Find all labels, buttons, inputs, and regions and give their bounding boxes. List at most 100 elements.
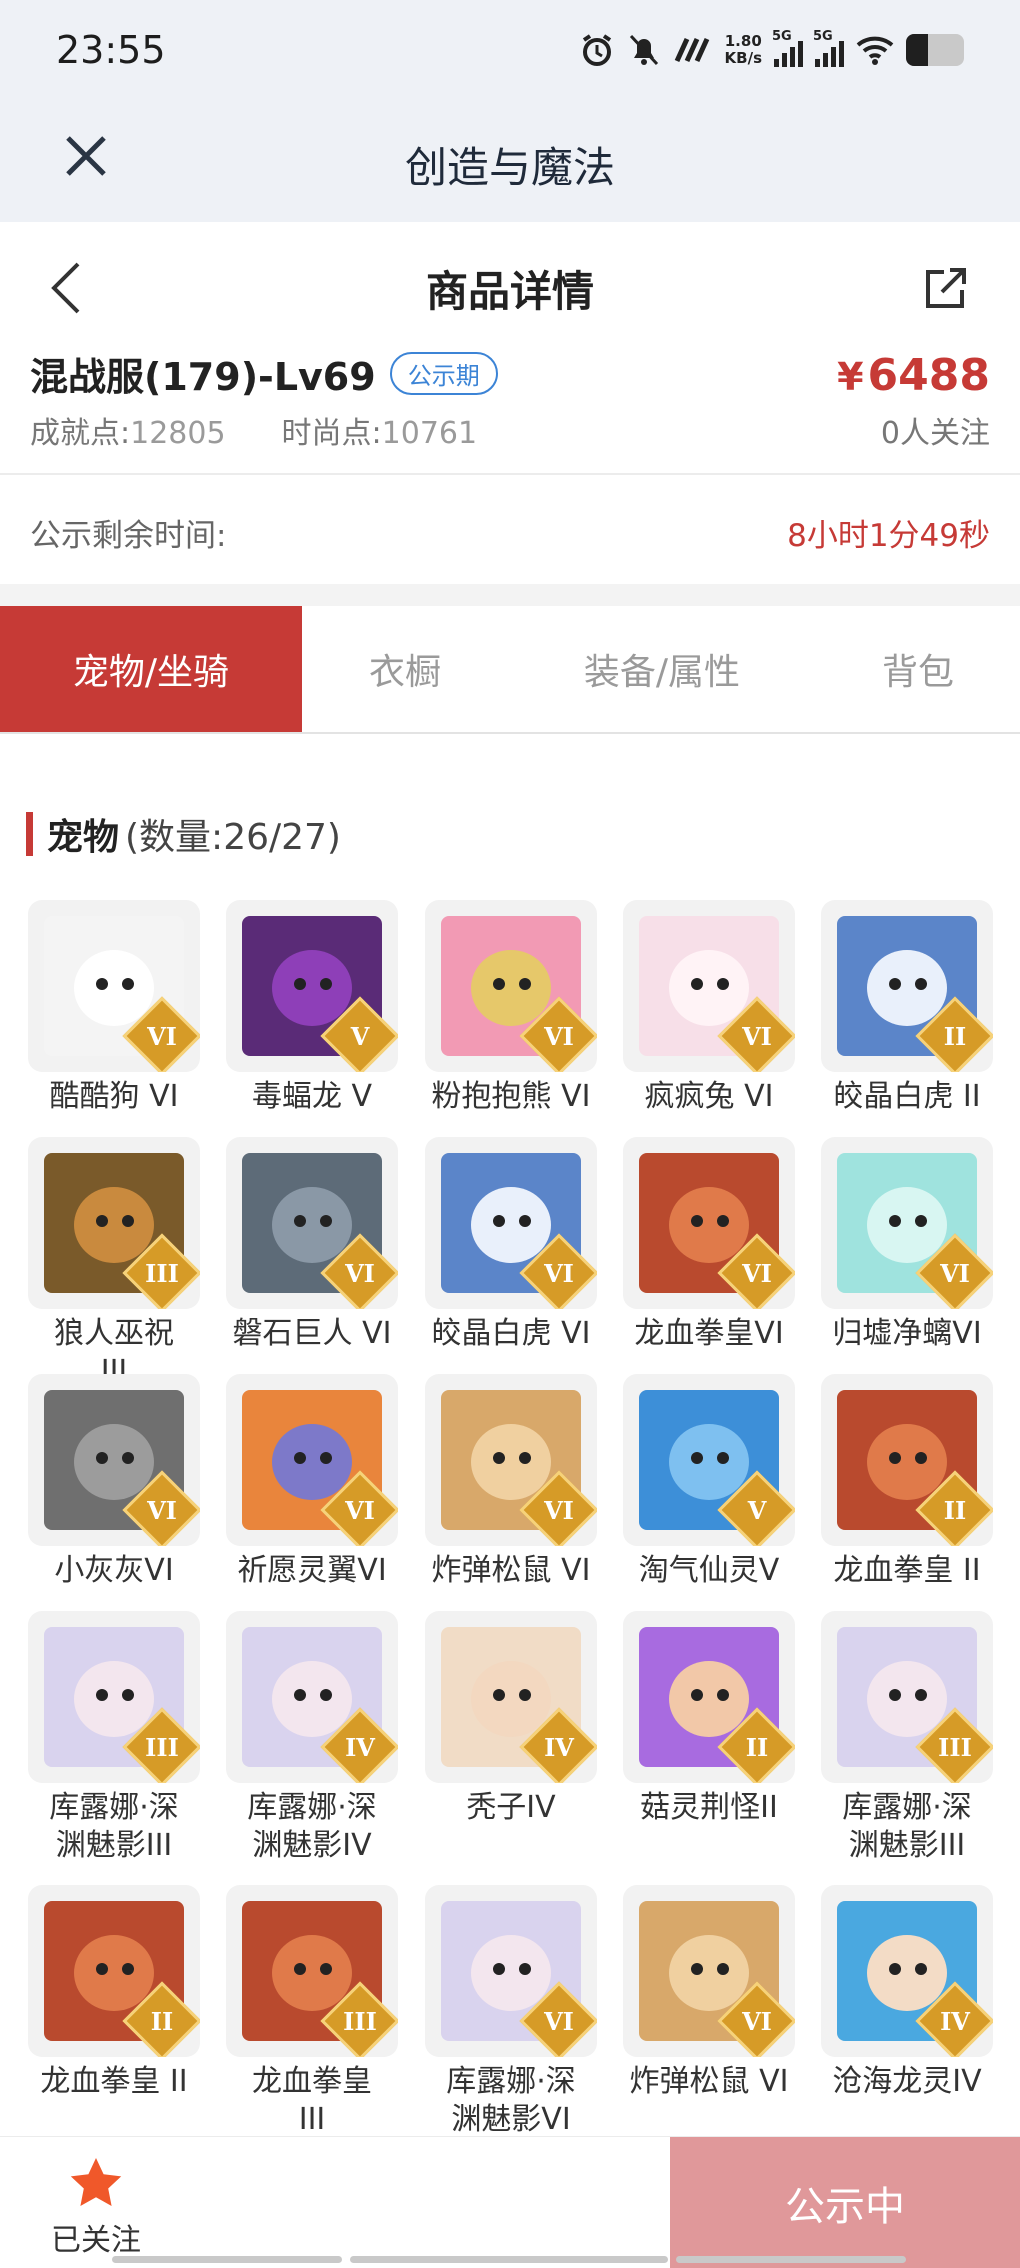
app-header: 创造与魔法 <box>0 110 1020 222</box>
tier-label: VI <box>345 1258 375 1288</box>
pet-name: 淘气仙灵V <box>638 1553 780 1588</box>
pet-name: 炸弹松鼠 VI <box>629 2064 789 2099</box>
pet-eye <box>320 978 332 990</box>
pet-eye <box>691 1452 703 1464</box>
pet-item[interactable]: II 龙血拳皇 II <box>819 1374 995 1590</box>
detail-header: 商品详情 <box>0 222 1020 346</box>
pet-item[interactable]: VI 炸弹松鼠 VI <box>621 1885 797 2101</box>
page-title: 商品详情 <box>425 267 594 316</box>
signal-2-icon: 5G <box>813 29 844 67</box>
pet-eye <box>889 978 901 990</box>
achievement-value: 12805 <box>130 416 226 451</box>
net-speed-unit: KB/s <box>724 49 762 67</box>
pet-name: 龙血拳皇 II <box>40 2064 188 2099</box>
section-gap <box>0 584 1020 606</box>
pet-card: VI <box>623 1137 795 1309</box>
pet-item[interactable]: VI 炸弹松鼠 VI <box>423 1374 599 1590</box>
tab-pets-mounts[interactable]: 宠物/坐骑 <box>0 606 302 732</box>
tab-bar: 宠物/坐骑 衣橱 装备/属性 背包 <box>0 606 1020 734</box>
net-speed: 1.80 KB/s <box>725 33 762 67</box>
pet-item[interactable]: VI 龙血拳皇VI <box>621 1137 797 1353</box>
pet-eye <box>493 1689 505 1701</box>
pet-name: 归墟净螭VI <box>832 1316 982 1351</box>
pet-eye <box>294 1452 306 1464</box>
pet-item[interactable]: III 狼人巫祝 III <box>26 1137 202 1391</box>
pet-item[interactable]: III 库露娜·深渊魅影III <box>26 1611 202 1865</box>
pet-item[interactable]: VI 归墟净螭VI <box>819 1137 995 1353</box>
pet-eye <box>717 1215 729 1227</box>
pet-item[interactable]: VI 磐石巨人 VI <box>224 1137 400 1353</box>
bottom-bar: 已关注 公示中 <box>0 2136 1020 2268</box>
pet-eye <box>320 1452 332 1464</box>
pet-eye <box>915 1452 927 1464</box>
section-title: 宠物 (数量:26/27) <box>26 808 341 860</box>
tier-label: II <box>943 1021 967 1051</box>
pet-eye <box>122 1452 134 1464</box>
star-icon <box>67 2155 125 2213</box>
pet-item[interactable]: VI 皎晶白虎 VI <box>423 1137 599 1353</box>
pet-eye <box>519 1215 531 1227</box>
product-name: 混战服(179)-Lv69 公示期 <box>30 346 498 401</box>
pet-item[interactable]: IV 秃子IV <box>423 1611 599 1827</box>
tier-label: VI <box>544 2006 574 2036</box>
tab-bag[interactable]: 背包 <box>816 606 1020 732</box>
signal-1-label: 5G <box>772 29 792 44</box>
pet-item[interactable]: VI 疯疯兔 VI <box>621 900 797 1116</box>
pet-item[interactable]: VI 小灰灰VI <box>26 1374 202 1590</box>
pet-eye <box>519 1689 531 1701</box>
pet-item[interactable]: VI 酷酷狗 VI <box>26 900 202 1116</box>
pet-item[interactable]: II 菇灵荆怪II <box>621 1611 797 1827</box>
achievement-label: 成就点: <box>30 416 131 451</box>
pet-card: VI <box>226 1137 398 1309</box>
status-icons: 1.80 KB/s 5G 5G <box>579 29 964 70</box>
pet-eye <box>889 1452 901 1464</box>
pet-card: V <box>623 1374 795 1546</box>
pet-item[interactable]: II 龙血拳皇 II <box>26 1885 202 2101</box>
tab-wardrobe[interactable]: 衣橱 <box>302 606 508 732</box>
pet-card: VI <box>226 1374 398 1546</box>
pet-card: III <box>226 1885 398 2057</box>
pet-item[interactable]: II 皎晶白虎 II <box>819 900 995 1116</box>
pet-eye <box>294 978 306 990</box>
pet-eye <box>889 1215 901 1227</box>
pet-eye <box>691 978 703 990</box>
product-stats: 成就点:12805 时尚点:10761 <box>30 408 477 452</box>
pet-name: 皎晶白虎 VI <box>431 1316 591 1351</box>
tier-label: II <box>745 1732 769 1762</box>
countdown-value: 8小时1分49秒 <box>787 518 990 554</box>
tier-label: III <box>343 2006 377 2036</box>
share-button[interactable] <box>922 266 968 312</box>
public-notice-button[interactable]: 公示中 <box>670 2137 1020 2268</box>
pet-item[interactable]: V 淘气仙灵V <box>621 1374 797 1590</box>
follow-button[interactable]: 已关注 <box>46 2155 146 2259</box>
pet-item[interactable]: V 毒蝠龙 V <box>224 900 400 1116</box>
pet-item[interactable]: IV 库露娜·深渊魅影IV <box>224 1611 400 1865</box>
pet-name: 磐石巨人 VI <box>232 1316 392 1351</box>
pet-eye <box>493 1215 505 1227</box>
pet-card: VI <box>425 1374 597 1546</box>
pet-card: VI <box>425 900 597 1072</box>
pet-name: 龙血拳皇VI <box>634 1316 784 1351</box>
price-symbol: ¥ <box>837 355 864 399</box>
pet-name: 酷酷狗 VI <box>49 1079 179 1114</box>
pet-item[interactable]: VI 粉抱抱熊 VI <box>423 900 599 1116</box>
pet-item[interactable]: III 库露娜·深渊魅影III <box>819 1611 995 1865</box>
pet-item[interactable]: VI 祈愿灵翼VI <box>224 1374 400 1590</box>
pet-eye <box>519 978 531 990</box>
pet-item[interactable]: VI 库露娜·深渊魅影VI <box>423 1885 599 2139</box>
pet-eye <box>717 1452 729 1464</box>
status-bar: 23:55 1.80 KB/s 5G 5G <box>0 0 1020 110</box>
tab-equipment[interactable]: 装备/属性 <box>508 606 816 732</box>
pet-card: III <box>28 1137 200 1309</box>
pet-item[interactable]: IV 沧海龙灵IV <box>819 1885 995 2101</box>
pet-item[interactable]: III 龙血拳皇 III <box>224 1885 400 2139</box>
status-time: 23:55 <box>56 28 166 72</box>
pet-eye <box>96 978 108 990</box>
pet-card: VI <box>623 900 795 1072</box>
pet-eye <box>915 978 927 990</box>
home-indicator <box>676 2256 906 2263</box>
tier-label: VI <box>345 1495 375 1525</box>
achievement-stat: 成就点:12805 <box>30 408 226 452</box>
pet-card: II <box>623 1611 795 1783</box>
net-speed-value: 1.80 <box>724 32 762 50</box>
